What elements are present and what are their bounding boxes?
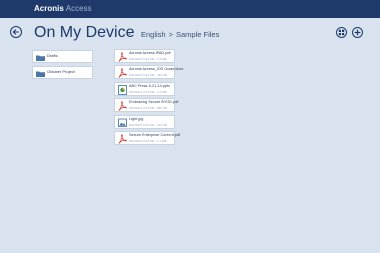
file-item[interactable]: Acronis Access iPAD.pdf 8/22/2014 5:04 P…: [114, 49, 175, 63]
breadcrumb-item-english[interactable]: English: [141, 30, 166, 39]
file-name: Light.jpg: [129, 117, 144, 121]
add-button[interactable]: [352, 27, 363, 38]
file-name: Secure Enterprise Content.pdf: [129, 133, 181, 137]
breadcrumb-item-sample-files[interactable]: Sample Files: [176, 30, 219, 39]
brand-logo: Acronis Access: [34, 4, 92, 14]
brand-product: Access: [65, 4, 92, 13]
presentation-icon: [118, 85, 127, 95]
file-item[interactable]: Secure Enterprise Content.pdf 8/22/2014 …: [114, 131, 180, 145]
pdf-icon: [118, 101, 127, 111]
file-meta: 8/22/2014 5:04 PM · 836 KB: [129, 106, 167, 110]
image-icon: [118, 118, 127, 127]
page-title: On My Device: [34, 24, 135, 41]
view-toggle-button[interactable]: [336, 27, 347, 38]
file-item[interactable]: ABC Press 5-21-14.pptx 8/22/2014 5:04 PM…: [114, 82, 175, 96]
file-item[interactable]: Light.jpg 8/22/2014 5:04 PM · 194 KB: [114, 115, 175, 129]
file-item[interactable]: Embracing Secure BYOD.pdf 8/22/2014 5:04…: [114, 98, 179, 112]
breadcrumb-separator: >: [168, 30, 173, 39]
folder-icon: [36, 55, 45, 61]
file-name: Acronis Access iPAD.pdf: [129, 51, 171, 55]
folder-icon: [36, 71, 45, 77]
brand-name: Acronis: [34, 4, 64, 13]
view-toggle-icon: [338, 29, 345, 36]
add-icon: [354, 29, 361, 36]
folder-name: Drafts: [47, 53, 58, 58]
folder-item-october-project[interactable]: October Project: [32, 66, 93, 79]
file-meta: 8/22/2014 5:04 PM · 1.5 MB: [129, 57, 167, 61]
folder-item-drafts[interactable]: Drafts: [32, 50, 93, 63]
file-name: Acronis Access_iOS Guide.docx: [129, 67, 184, 71]
breadcrumb: English > Sample Files: [141, 30, 219, 39]
file-meta: 8/22/2014 5:04 PM · 2.1 MB: [129, 90, 167, 94]
top-bar: Acronis Access: [0, 0, 380, 18]
file-item[interactable]: Acronis Access_iOS Guide.docx 8/22/2014 …: [114, 65, 183, 79]
file-meta: 8/22/2014 5:04 PM · 452 KB: [129, 73, 167, 77]
file-meta: 8/22/2014 5:04 PM · 1.2 MB: [129, 139, 167, 143]
file-meta: 8/22/2014 5:04 PM · 194 KB: [129, 123, 167, 127]
pdf-icon: [118, 52, 127, 62]
back-button[interactable]: [10, 26, 22, 38]
file-name: ABC Press 5-21-14.pptx: [129, 84, 170, 88]
pdf-icon: [118, 68, 127, 78]
file-name: Embracing Secure BYOD.pdf: [129, 100, 179, 104]
pdf-icon: [118, 134, 127, 144]
back-arrow-icon: [12, 29, 19, 35]
location-chevron-down-icon[interactable]: ⌄: [127, 31, 132, 37]
folder-name: October Project: [47, 69, 75, 74]
